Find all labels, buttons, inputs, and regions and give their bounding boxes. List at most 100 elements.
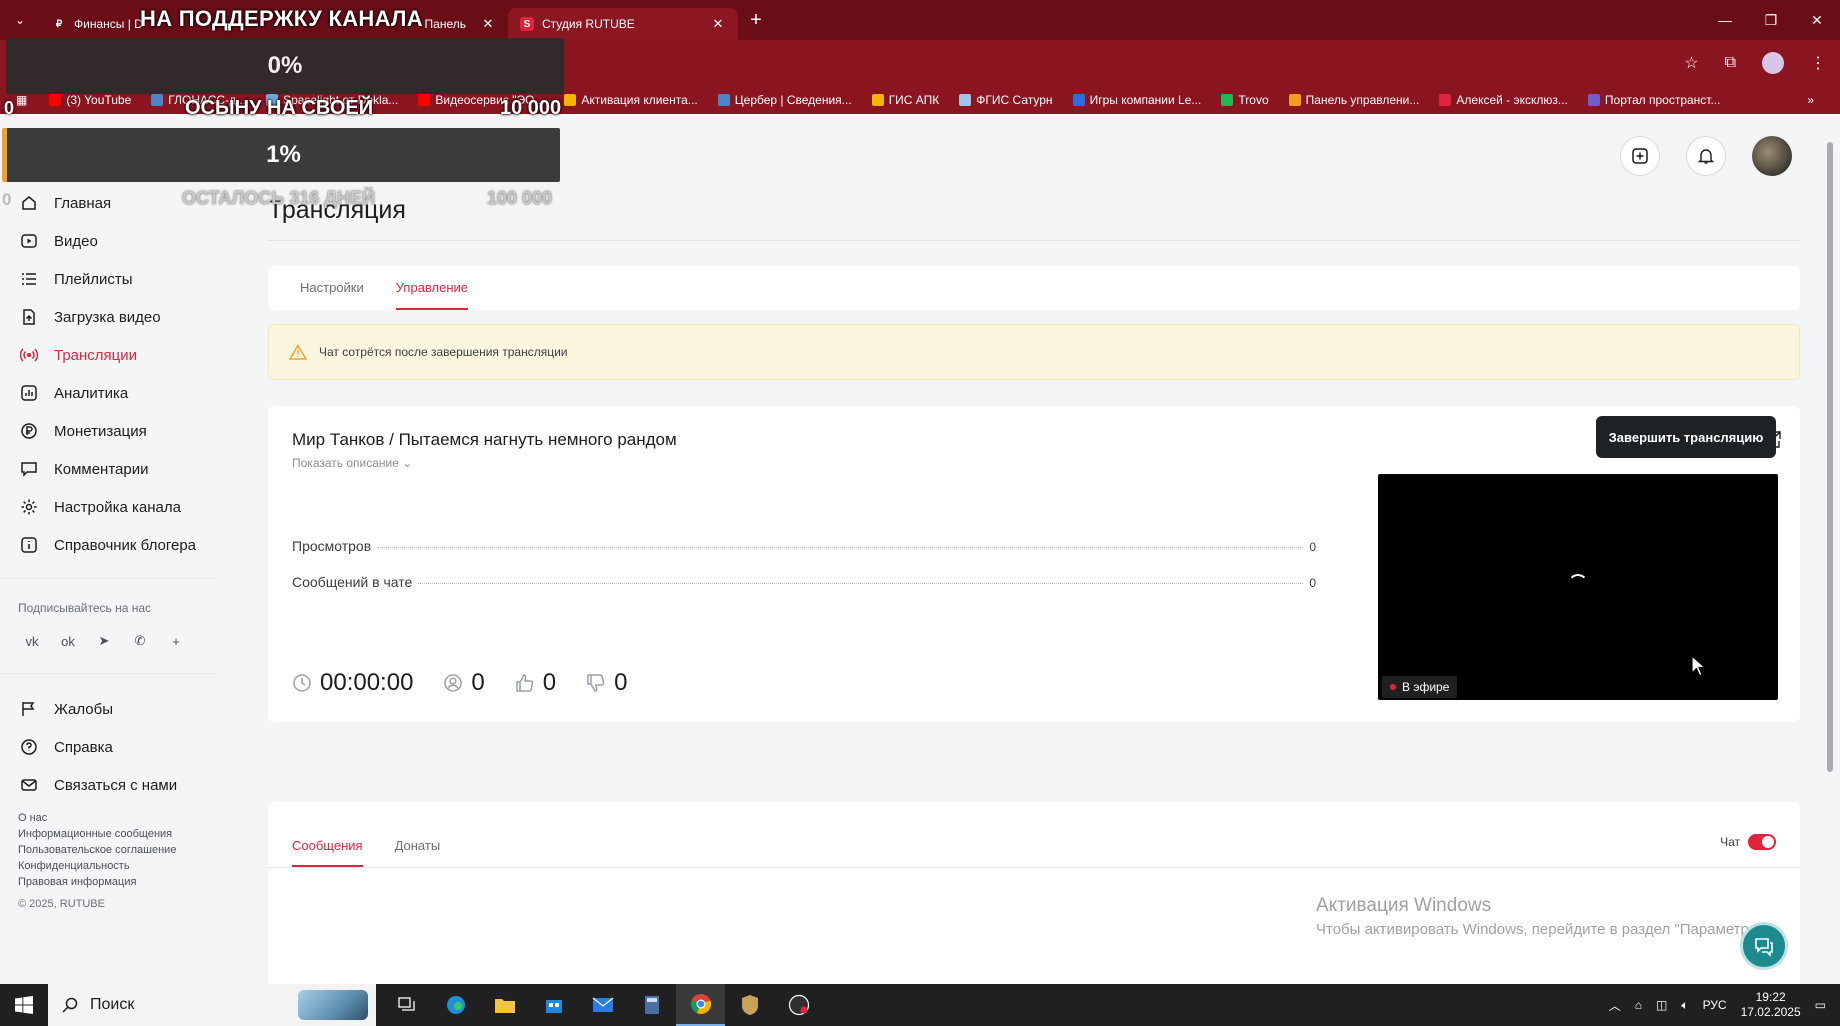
vk-icon[interactable]: vk [22, 631, 42, 651]
tab-messages[interactable]: Сообщения [292, 838, 363, 867]
chat-bubble-icon [1755, 938, 1773, 957]
user-avatar[interactable] [1752, 136, 1792, 176]
sidebar-item-label: Справочник блогера [54, 536, 197, 554]
bookmark-item[interactable]: Активация клиента... [564, 93, 698, 107]
show-description-toggle[interactable]: Показать описание ⌄ [292, 456, 412, 470]
bookmark-item[interactable]: Алексей - эксклюз... [1439, 93, 1568, 107]
obs-studio-icon[interactable] [774, 984, 823, 1026]
more-socials-icon[interactable]: + [166, 631, 186, 651]
tab-management[interactable]: Управление [395, 266, 469, 310]
start-button[interactable] [0, 984, 48, 1026]
tab-donations[interactable]: Донаты [395, 838, 441, 867]
add-content-button[interactable] [1620, 136, 1660, 176]
bookmark-item[interactable]: Портал пространст... [1587, 93, 1720, 107]
store-icon[interactable] [529, 984, 578, 1026]
footer-link[interactable]: Пользовательское соглашение [18, 842, 218, 858]
sidebar-item-label: Настройка канала [54, 498, 181, 516]
footer-link[interactable]: Правовая информация [18, 874, 218, 890]
notifications-center-icon[interactable]: ▭ [1815, 998, 1826, 1012]
title-divider [268, 240, 1800, 241]
tab-close-icon[interactable]: ✕ [480, 16, 496, 32]
tray-overflow-icon[interactable]: ︿ [1609, 997, 1621, 1014]
support-chat-button[interactable] [1740, 922, 1788, 970]
file-explorer-icon[interactable] [480, 984, 529, 1026]
views-stat: Просмотров 0 [292, 538, 1316, 554]
tab-search-button[interactable]: ⌄ [0, 0, 40, 40]
footer-link[interactable]: О нас [18, 810, 218, 826]
wifi-icon[interactable]: ◫ [1656, 998, 1667, 1012]
bookmark-item[interactable]: Trovo [1221, 93, 1269, 107]
system-tray: ︿ ⌂ ◫ 🔈︎ РУС 19:22 17.02.2025 ▭ [1609, 990, 1840, 1020]
profile-avatar[interactable] [1762, 52, 1784, 74]
overlay-goal1-bar: 0% [6, 38, 564, 94]
tab-title-tail: Панель [424, 17, 466, 31]
sidebar-item-label: Справка [54, 738, 113, 756]
bookmarks-overflow-button[interactable]: » [1807, 93, 1814, 107]
calculator-icon[interactable] [627, 984, 676, 1026]
tab-close-icon[interactable]: ✕ [710, 16, 726, 32]
minimize-button[interactable]: — [1702, 0, 1748, 40]
alert-text: Чат сотрётся после завершения трансляции [319, 345, 568, 359]
restore-button[interactable]: ❐ [1748, 0, 1794, 40]
plus-square-icon [1632, 148, 1648, 164]
network-icon[interactable]: ⌂ [1635, 998, 1642, 1012]
chrome-browser-icon[interactable] [676, 984, 725, 1026]
footer-link[interactable]: Конфиденциальность [18, 858, 218, 874]
bookmark-label: Алексей - эксклюз... [1456, 93, 1568, 107]
search-highlight-image [298, 990, 368, 1020]
chat-card: Сообщения Донаты Чат [268, 802, 1800, 984]
info-icon [21, 537, 37, 553]
bookmark-favicon-icon [151, 94, 164, 106]
tab-settings[interactable]: Настройки [300, 266, 364, 310]
browser-tab-rutube-studio[interactable]: S Студия RUTUBE ✕ [508, 8, 738, 40]
browser-menu-icon[interactable]: ⋮ [1810, 53, 1826, 73]
task-view-icon[interactable] [382, 984, 431, 1026]
sidebar-item-comments[interactable]: Комментарии [0, 450, 218, 488]
game-app-icon[interactable] [725, 984, 774, 1026]
sidebar-item-video[interactable]: Видео [0, 222, 218, 260]
edge-browser-icon[interactable] [431, 984, 480, 1026]
extensions-icon[interactable]: ⧉ [1725, 54, 1736, 72]
sidebar-item-upload[interactable]: Загрузка видео [0, 298, 218, 336]
close-window-button[interactable]: ✕ [1794, 0, 1840, 40]
ok-icon[interactable]: ok [58, 631, 78, 651]
sidebar-item-broadcasts[interactable]: Трансляции [0, 336, 218, 374]
rutube-studio-page: Главная Видео Плейлисты Загрузка видео Т… [0, 114, 1840, 984]
bookmark-item[interactable]: (3) YouTube [49, 93, 131, 107]
bookmark-item[interactable]: Игры компании Le... [1072, 93, 1201, 107]
apps-grid-icon[interactable]: ▦ [16, 93, 27, 107]
notifications-button[interactable] [1686, 136, 1726, 176]
mail-app-icon[interactable] [578, 984, 627, 1026]
sidebar-item-help[interactable]: Справка [0, 728, 218, 766]
window-controls: — ❐ ✕ [1702, 0, 1840, 40]
taskbar-search[interactable]: Поиск [48, 984, 376, 1026]
end-stream-button[interactable]: Завершить трансляцию [1596, 416, 1776, 458]
chat-toggle-label: Чат [1720, 835, 1740, 849]
sidebar-item-playlists[interactable]: Плейлисты [0, 260, 218, 298]
chat-toggle-switch[interactable] [1748, 834, 1776, 850]
taskbar-clock[interactable]: 19:22 17.02.2025 [1741, 990, 1801, 1020]
bookmark-item[interactable]: ФГИС Сатурн [959, 93, 1053, 107]
language-indicator[interactable]: РУС [1703, 998, 1727, 1012]
new-tab-button[interactable]: + [738, 9, 774, 32]
page-scrollbar[interactable] [1824, 134, 1836, 984]
sidebar-item-analytics[interactable]: Аналитика [0, 374, 218, 412]
stream-preview-player[interactable]: В эфире [1378, 474, 1778, 700]
sidebar-item-contact[interactable]: Связаться с нами [0, 766, 218, 804]
sidebar-item-label: Главная [54, 194, 112, 212]
sidebar-item-blogger-guide[interactable]: Справочник блогера [0, 526, 218, 564]
scrollbar-thumb[interactable] [1827, 142, 1833, 772]
bookmark-item[interactable]: ГИС АПК [871, 93, 939, 107]
volume-icon[interactable]: 🔈︎ [1681, 998, 1688, 1013]
bookmark-item[interactable]: Панель управлени... [1288, 93, 1419, 107]
sidebar-item-complaints[interactable]: Жалобы [0, 690, 218, 728]
search-icon [62, 997, 78, 1013]
bookmark-star-icon[interactable]: ☆ [1684, 53, 1698, 73]
bookmark-item[interactable]: Цербер | Сведения... [717, 93, 852, 107]
sidebar-item-channel-settings[interactable]: Настройка канала [0, 488, 218, 526]
footer-link[interactable]: Информационные сообщения [18, 826, 218, 842]
sidebar-item-monetization[interactable]: Монетизация [0, 412, 218, 450]
viber-icon[interactable]: ✆ [130, 631, 150, 651]
telegram-icon[interactable]: ➤ [94, 631, 114, 651]
bookmark-label: Цербер | Сведения... [734, 93, 852, 107]
